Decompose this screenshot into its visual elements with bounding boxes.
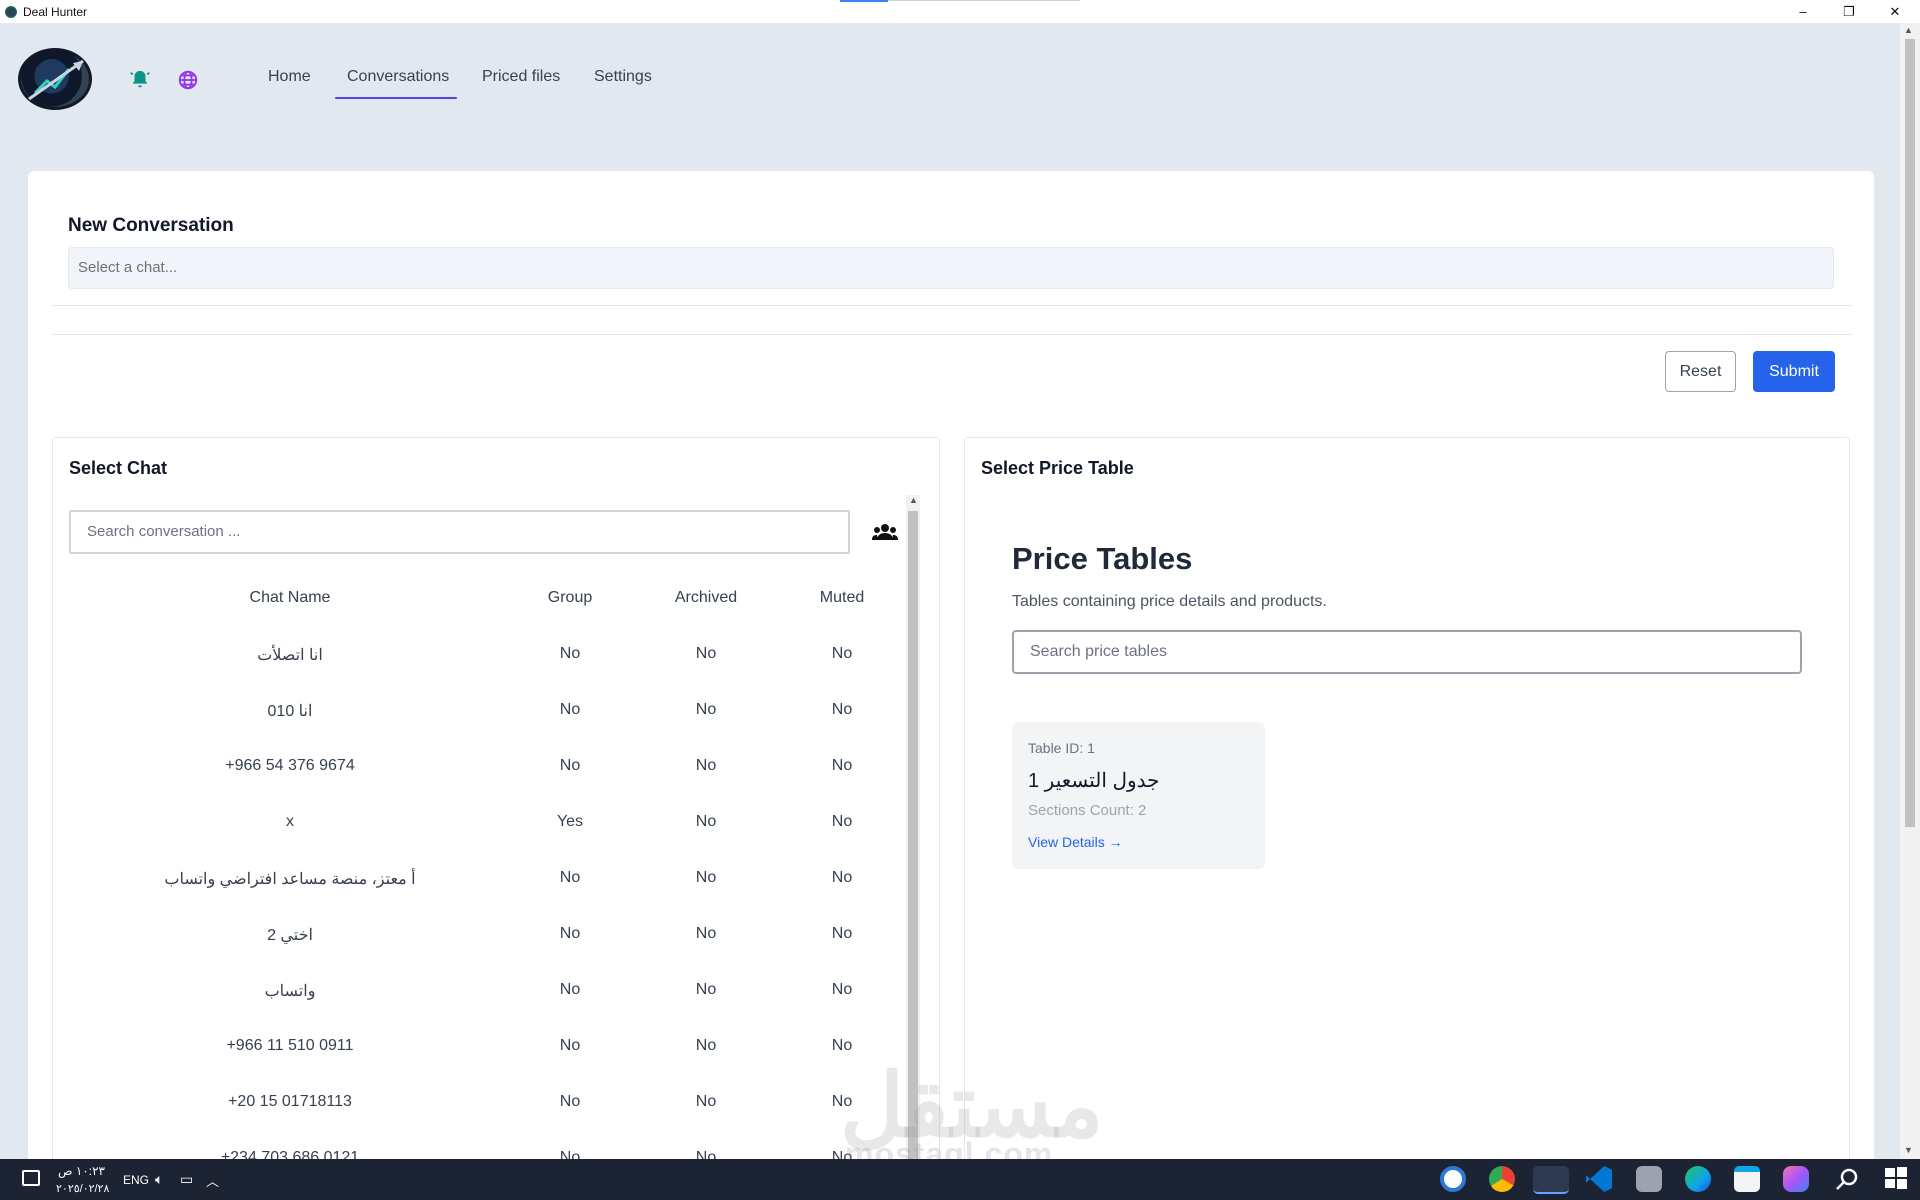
- group-filter-icon[interactable]: [872, 523, 898, 541]
- cell-muted: No: [831, 813, 853, 830]
- cell-group: No: [559, 869, 581, 886]
- select-price-table-title: Select Price Table: [981, 458, 1134, 478]
- deal-hunter-taskbar-icon[interactable]: [1533, 1166, 1569, 1194]
- search-price-tables-input[interactable]: Search price tables: [1012, 630, 1802, 674]
- sections-count: Sections Count: 2: [1028, 802, 1147, 819]
- cell-group: No: [559, 925, 581, 942]
- cell-archived: No: [695, 701, 717, 718]
- cell-group: No: [559, 645, 581, 662]
- network-icon[interactable]: ▭: [180, 1171, 193, 1188]
- cell-group: Yes: [556, 813, 584, 830]
- chat-select-dropdown[interactable]: Select a chat...: [68, 247, 1834, 289]
- cell-chat-name: انا 010: [267, 703, 313, 720]
- cell-chat-name: +966 54 376 9674: [225, 757, 355, 774]
- store-icon[interactable]: [1734, 1166, 1760, 1192]
- cell-chat-name: واتساب: [264, 983, 316, 1000]
- col-header-group[interactable]: Group: [530, 589, 610, 607]
- select-chat-title: Select Chat: [69, 458, 168, 478]
- scroll-down-icon[interactable]: ▼: [1904, 1145, 1913, 1155]
- cell-archived: No: [695, 1093, 717, 1110]
- chevron-up-icon[interactable]: ︿: [206, 1171, 219, 1190]
- cell-chat-name: x: [286, 813, 294, 830]
- cell-archived: No: [695, 645, 717, 662]
- globe-icon[interactable]: [176, 68, 200, 92]
- cell-group: No: [559, 757, 581, 774]
- database-icon[interactable]: [1636, 1166, 1662, 1192]
- cell-chat-name: +20 15 01718113: [228, 1093, 352, 1110]
- copilot-icon[interactable]: [1783, 1166, 1809, 1192]
- cell-muted: No: [831, 981, 853, 998]
- col-header-chat-name[interactable]: Chat Name: [180, 589, 400, 607]
- minimize-button[interactable]: –: [1780, 0, 1826, 23]
- cell-chat-name: +966 11 510 0911: [226, 1037, 354, 1054]
- cell-archived: No: [695, 981, 717, 998]
- cell-chat-name: اختي 2: [267, 927, 313, 944]
- view-details-link[interactable]: View Details →: [1028, 834, 1123, 850]
- divider: [52, 305, 1852, 306]
- search-conversation-input[interactable]: Search conversation ...: [69, 510, 850, 554]
- cell-archived: No: [695, 813, 717, 830]
- app-icon: [5, 5, 17, 18]
- nav-home[interactable]: Home: [268, 68, 311, 86]
- taskbar-time[interactable]: ١٠:٢٣ ص: [58, 1164, 105, 1178]
- bell-icon[interactable]: [128, 68, 152, 92]
- cell-group: No: [559, 1037, 581, 1054]
- chrome-alt-icon[interactable]: [1489, 1166, 1515, 1192]
- table-name: جدول التسعير 1: [1028, 770, 1160, 792]
- cell-archived: No: [695, 925, 717, 942]
- submit-button[interactable]: Submit: [1753, 351, 1835, 392]
- windows-start-icon[interactable]: [1884, 1166, 1910, 1192]
- title-accent: [840, 0, 888, 2]
- price-tables-heading: Price Tables: [1012, 541, 1193, 576]
- new-conversation-title: New Conversation: [68, 215, 234, 236]
- edge-icon[interactable]: [1685, 1166, 1711, 1192]
- cell-muted: No: [831, 925, 853, 942]
- window-title: Deal Hunter: [23, 4, 88, 19]
- app-logo[interactable]: [18, 48, 92, 110]
- notification-icon[interactable]: [22, 1170, 40, 1186]
- window-titlebar: Deal Hunter – ❐ ✕: [0, 0, 1920, 23]
- cell-muted: No: [831, 1037, 853, 1054]
- price-tables-subtitle: Tables containing price details and prod…: [1012, 593, 1327, 610]
- cell-muted: No: [831, 757, 853, 774]
- close-button[interactable]: ✕: [1872, 0, 1918, 23]
- cell-archived: No: [695, 1037, 717, 1054]
- chrome-icon[interactable]: [1440, 1166, 1466, 1192]
- scroll-up-icon[interactable]: ▲: [909, 495, 918, 505]
- price-table-card[interactable]: Table ID: 1 جدول التسعير 1 Sections Coun…: [1012, 722, 1265, 869]
- divider: [52, 334, 1852, 335]
- nav-active-indicator: [335, 97, 457, 99]
- cell-muted: No: [831, 701, 853, 718]
- nav-settings[interactable]: Settings: [594, 68, 652, 86]
- cell-muted: No: [831, 869, 853, 886]
- title-accent-line: [888, 0, 1080, 1]
- scroll-up-icon[interactable]: ▲: [1904, 25, 1913, 35]
- col-header-archived[interactable]: Archived: [656, 589, 756, 607]
- search-icon[interactable]: [1834, 1166, 1860, 1192]
- nav-priced-files[interactable]: Priced files: [482, 68, 560, 86]
- cell-group: No: [559, 701, 581, 718]
- language-indicator[interactable]: ENG: [123, 1173, 149, 1187]
- volume-icon[interactable]: 🔈︎: [155, 1171, 163, 1188]
- page-scroll-thumb[interactable]: [1905, 39, 1915, 827]
- restore-button[interactable]: ❐: [1826, 0, 1872, 23]
- page-scrollbar[interactable]: ▲ ▼: [1900, 23, 1920, 1159]
- cell-muted: No: [831, 645, 853, 662]
- cell-chat-name: انا اتصلأت: [257, 647, 323, 664]
- col-header-muted[interactable]: Muted: [802, 589, 882, 607]
- nav-conversations[interactable]: Conversations: [347, 68, 449, 86]
- cell-chat-name: أ معتز، منصة مساعد افتراضي واتساب: [164, 871, 416, 888]
- taskbar-date[interactable]: ٢٠٢٥/٠٢/٢٨: [56, 1182, 109, 1195]
- cell-archived: No: [695, 757, 717, 774]
- reset-button[interactable]: Reset: [1665, 351, 1736, 392]
- cell-group: No: [559, 1093, 581, 1110]
- taskbar: [0, 1159, 1920, 1200]
- cell-archived: No: [695, 869, 717, 886]
- cell-group: No: [559, 981, 581, 998]
- table-id-label: Table ID: 1: [1028, 740, 1095, 756]
